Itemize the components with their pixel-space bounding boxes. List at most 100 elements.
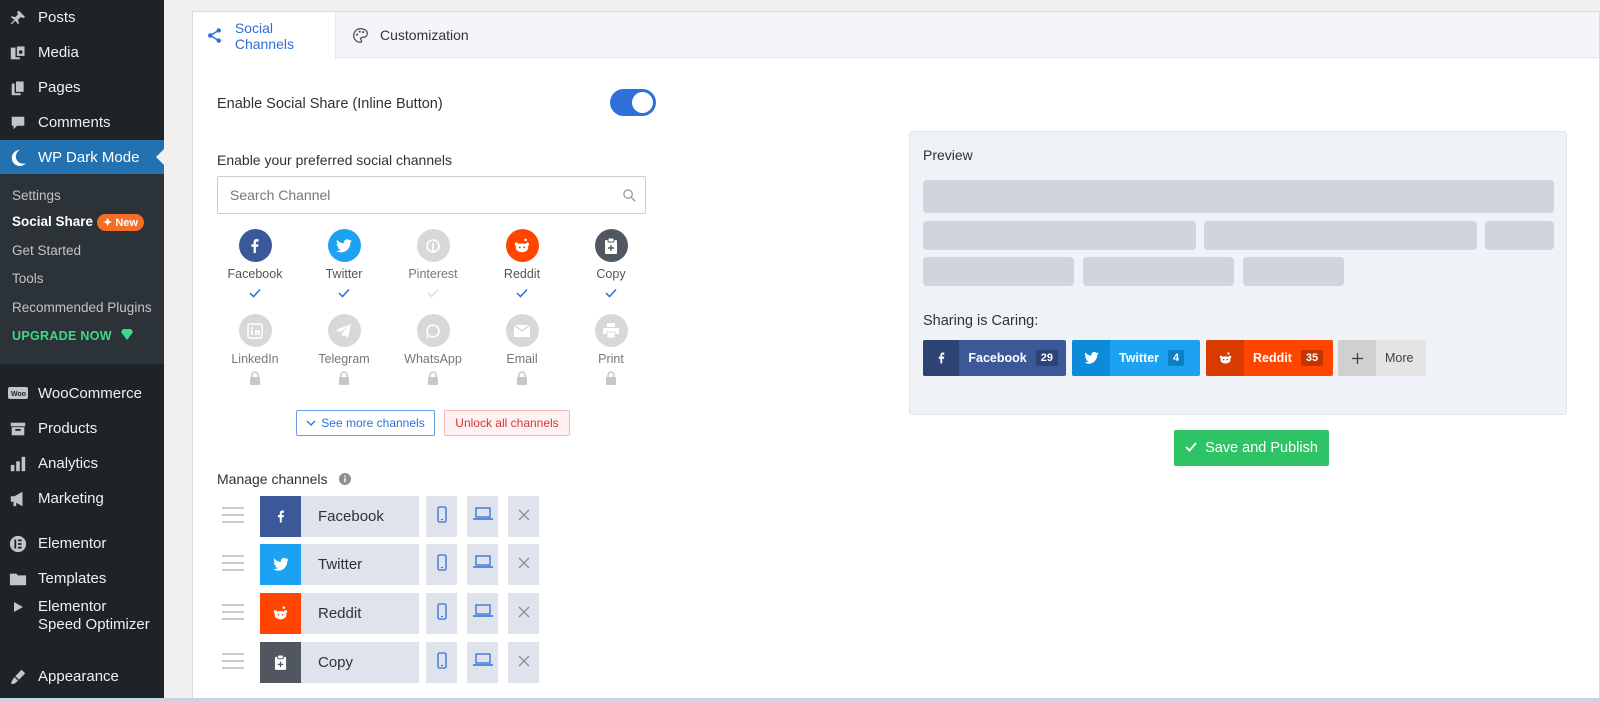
remove-channel-button[interactable] bbox=[508, 496, 539, 537]
channel-name: Email bbox=[506, 352, 538, 366]
desktop-visibility-button[interactable] bbox=[467, 544, 498, 585]
facebook-icon bbox=[238, 229, 272, 262]
menu-elementor-speed-optimizer[interactable]: Elementor Speed Optimizer bbox=[0, 598, 164, 642]
mobile-visibility-button[interactable] bbox=[426, 593, 457, 634]
close-icon bbox=[518, 605, 530, 623]
check-icon bbox=[426, 286, 440, 300]
share-count: 35 bbox=[1300, 350, 1324, 366]
menu-posts[interactable]: Posts bbox=[0, 0, 164, 35]
admin-sidebar: Posts Media Pages Comments WP Dark Mode … bbox=[0, 0, 164, 701]
channel-reddit[interactable]: Reddit bbox=[482, 229, 562, 300]
share-label: Facebook bbox=[968, 351, 1027, 365]
lock-icon bbox=[426, 371, 440, 385]
skeleton-line bbox=[1243, 257, 1344, 286]
tab-bar: Social Channels Customization bbox=[193, 12, 1599, 59]
woo-icon: Woo bbox=[7, 383, 29, 405]
mobile-visibility-button[interactable] bbox=[426, 544, 457, 585]
channel-twitter[interactable]: Twitter bbox=[304, 229, 384, 300]
desktop-visibility-button[interactable] bbox=[467, 642, 498, 683]
channel-facebook[interactable]: Facebook bbox=[215, 229, 295, 300]
channel-name: Facebook bbox=[227, 267, 283, 281]
share-count: 29 bbox=[1035, 350, 1058, 366]
menu-analytics[interactable]: Analytics bbox=[0, 446, 164, 481]
mobile-visibility-button[interactable] bbox=[426, 642, 457, 683]
drag-handle-icon[interactable] bbox=[222, 604, 244, 622]
twitter-icon bbox=[260, 544, 301, 585]
check-icon bbox=[604, 286, 618, 300]
menu-elementor[interactable]: Elementor bbox=[0, 526, 164, 561]
clipboard-icon bbox=[594, 229, 628, 262]
channel-name: WhatsApp bbox=[404, 352, 462, 366]
enable-social-share-toggle[interactable] bbox=[610, 89, 656, 116]
tab-customization[interactable]: Customization bbox=[351, 12, 469, 58]
share-count: 4 bbox=[1168, 350, 1185, 366]
check-icon bbox=[337, 286, 351, 300]
channel-telegram[interactable]: Telegram bbox=[304, 314, 384, 385]
drag-handle-icon[interactable] bbox=[222, 555, 244, 573]
menu-products[interactable]: Products bbox=[0, 411, 164, 446]
menu-woocommerce[interactable]: Woo WooCommerce bbox=[0, 376, 164, 411]
menu-comments[interactable]: Comments bbox=[0, 105, 164, 140]
submenu-social-share[interactable]: Social Share ✦ New bbox=[12, 214, 144, 231]
tab-social-channels[interactable]: Social Channels bbox=[193, 12, 336, 59]
unlock-all-channels-button[interactable]: Unlock all channels bbox=[444, 410, 570, 436]
desktop-visibility-button[interactable] bbox=[467, 496, 498, 537]
laptop-icon bbox=[472, 507, 493, 526]
preview-reddit-button[interactable]: Reddit 35 bbox=[1206, 340, 1333, 376]
remove-channel-button[interactable] bbox=[508, 544, 539, 585]
submenu-tools[interactable]: Tools bbox=[12, 271, 44, 286]
check-icon bbox=[1185, 440, 1197, 456]
submenu-get-started[interactable]: Get Started bbox=[12, 243, 81, 258]
skeleton-line bbox=[923, 180, 1554, 213]
channel-name: Print bbox=[598, 352, 624, 366]
preferred-channels-label: Enable your preferred social channels bbox=[217, 152, 453, 168]
see-more-channels-button[interactable]: See more channels bbox=[296, 410, 435, 436]
facebook-icon bbox=[260, 496, 301, 537]
manage-channels-label: Manage channels bbox=[217, 471, 352, 488]
preview-facebook-button[interactable]: Facebook 29 bbox=[923, 340, 1066, 376]
upgrade-label: UPGRADE NOW bbox=[12, 329, 112, 343]
desktop-visibility-button[interactable] bbox=[467, 593, 498, 634]
skeleton-line bbox=[1083, 257, 1234, 286]
whatsapp-icon bbox=[416, 314, 450, 347]
search-channel-input[interactable] bbox=[218, 177, 645, 213]
channel-pinterest[interactable]: Pinterest bbox=[393, 229, 473, 300]
printer-icon bbox=[594, 314, 628, 347]
manage-row-facebook: Facebook bbox=[217, 496, 547, 537]
channel-whatsapp[interactable]: WhatsApp bbox=[393, 314, 473, 385]
submenu-recommended-plugins[interactable]: Recommended Plugins bbox=[12, 300, 152, 315]
menu-label: Posts bbox=[38, 9, 76, 26]
channel-name: Twitter bbox=[325, 267, 363, 281]
social-share-settings-panel: Social Channels Customization Enable Soc… bbox=[192, 11, 1600, 701]
channel-copy[interactable]: Copy bbox=[571, 229, 651, 300]
mobile-visibility-button[interactable] bbox=[426, 496, 457, 537]
submenu-social-share-label: Social Share bbox=[12, 214, 94, 229]
submenu-upgrade-now[interactable]: UPGRADE NOW bbox=[12, 329, 133, 343]
see-more-label: See more channels bbox=[321, 416, 425, 430]
remove-channel-button[interactable] bbox=[508, 642, 539, 683]
elementor-icon bbox=[7, 533, 29, 555]
menu-marketing[interactable]: Marketing bbox=[0, 481, 164, 516]
preview-twitter-button[interactable]: Twitter 4 bbox=[1072, 340, 1200, 376]
channel-email[interactable]: Email bbox=[482, 314, 562, 385]
chevron-down-icon bbox=[306, 416, 316, 430]
save-and-publish-button[interactable]: Save and Publish bbox=[1174, 430, 1329, 466]
menu-pages[interactable]: Pages bbox=[0, 70, 164, 105]
channel-linkedin[interactable]: LinkedIn bbox=[215, 314, 295, 385]
remove-channel-button[interactable] bbox=[508, 593, 539, 634]
menu-media[interactable]: Media bbox=[0, 35, 164, 70]
channel-print[interactable]: Print bbox=[571, 314, 651, 385]
preview-title: Preview bbox=[923, 147, 973, 163]
manage-row-twitter: Twitter bbox=[217, 544, 547, 585]
submenu-settings[interactable]: Settings bbox=[12, 188, 61, 203]
menu-label: WooCommerce bbox=[38, 385, 142, 402]
menu-wp-dark-mode[interactable]: WP Dark Mode bbox=[0, 140, 164, 175]
archive-icon bbox=[7, 418, 29, 440]
drag-handle-icon[interactable] bbox=[222, 507, 244, 525]
preview-more-button[interactable]: More bbox=[1338, 340, 1426, 376]
menu-templates[interactable]: Templates bbox=[0, 561, 164, 596]
drag-handle-icon[interactable] bbox=[222, 653, 244, 671]
menu-appearance[interactable]: Appearance bbox=[0, 659, 164, 694]
svg-text:Woo: Woo bbox=[11, 391, 26, 398]
info-icon[interactable] bbox=[339, 472, 352, 488]
